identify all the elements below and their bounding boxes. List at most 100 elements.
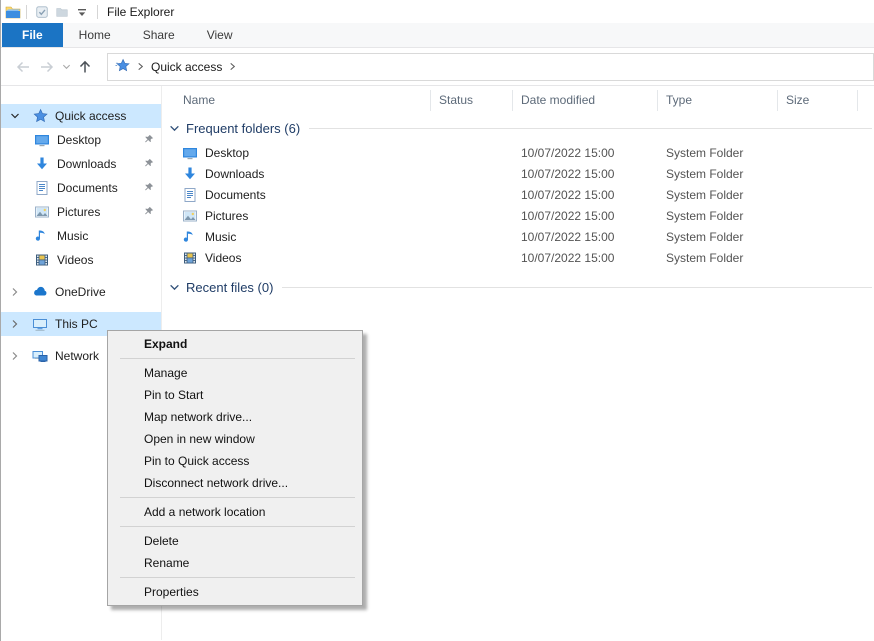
group-count: (0): [258, 280, 274, 295]
menu-item-expand[interactable]: Expand: [108, 333, 362, 355]
menu-separator: [120, 497, 355, 498]
menu-item-pin-to-quick-access[interactable]: Pin to Quick access: [108, 450, 362, 472]
tab-home[interactable]: Home: [63, 23, 127, 47]
sidebar-item-label: This PC: [55, 317, 98, 331]
tab-share[interactable]: Share: [127, 23, 191, 47]
file-type: System Folder: [658, 188, 778, 202]
chevron-down-icon[interactable]: [169, 123, 180, 134]
downloads-icon: [34, 156, 50, 172]
network-icon: [32, 348, 48, 364]
separator: [97, 5, 98, 19]
chevron-right-icon[interactable]: [10, 319, 22, 329]
file-type: System Folder: [658, 230, 778, 244]
breadcrumb-chevron-icon[interactable]: [137, 62, 144, 71]
back-arrow-icon[interactable]: [11, 55, 35, 79]
chevron-right-icon[interactable]: [10, 351, 22, 361]
table-row-videos[interactable]: Videos 10/07/2022 15:00 System Folder: [162, 247, 874, 268]
downloads-icon: [182, 166, 198, 182]
table-row-pictures[interactable]: Pictures 10/07/2022 15:00 System Folder: [162, 205, 874, 226]
music-icon: [182, 229, 198, 245]
menu-item-properties[interactable]: Properties: [108, 581, 362, 603]
menu-item-disconnect-network-drive[interactable]: Disconnect network drive...: [108, 472, 362, 494]
sidebar-item-onedrive[interactable]: OneDrive: [1, 280, 161, 304]
customize-quick-access-dropdown-icon[interactable]: [72, 3, 92, 21]
tab-view[interactable]: View: [191, 23, 249, 47]
menu-item-pin-to-start[interactable]: Pin to Start: [108, 384, 362, 406]
column-header-name[interactable]: Name: [162, 90, 431, 111]
menu-separator: [120, 358, 355, 359]
chevron-down-icon[interactable]: [169, 282, 180, 293]
table-row-desktop[interactable]: Desktop 10/07/2022 15:00 System Folder: [162, 142, 874, 163]
file-name: Desktop: [205, 146, 249, 160]
menu-item-rename[interactable]: Rename: [108, 552, 362, 574]
properties-check-icon[interactable]: [32, 3, 52, 21]
menu-item-delete[interactable]: Delete: [108, 530, 362, 552]
breadcrumb-item-quick-access[interactable]: Quick access: [151, 60, 222, 74]
sidebar-item-quick-access[interactable]: Quick access: [1, 104, 161, 128]
videos-icon: [182, 250, 198, 266]
menu-item-map-network-drive[interactable]: Map network drive...: [108, 406, 362, 428]
menu-item-open-in-new-window[interactable]: Open in new window: [108, 428, 362, 450]
desktop-icon: [182, 145, 198, 161]
file-name: Music: [205, 230, 236, 244]
file-date-modified: 10/07/2022 15:00: [513, 251, 658, 265]
column-header-size[interactable]: Size: [778, 90, 858, 111]
sidebar-item-label: OneDrive: [55, 285, 106, 299]
file-type: System Folder: [658, 251, 778, 265]
table-row-music[interactable]: Music 10/07/2022 15:00 System Folder: [162, 226, 874, 247]
sidebar-item-label: Pictures: [57, 205, 100, 219]
music-icon: [34, 228, 50, 244]
sidebar-item-label: Videos: [57, 253, 93, 267]
sidebar-item-documents[interactable]: Documents: [1, 176, 161, 200]
column-header-type[interactable]: Type: [658, 90, 778, 111]
table-row-downloads[interactable]: Downloads 10/07/2022 15:00 System Folder: [162, 163, 874, 184]
file-explorer-window: File Explorer File Home Share View Quic: [0, 0, 874, 641]
group-count: (6): [284, 121, 300, 136]
file-type: System Folder: [658, 146, 778, 160]
title-bar: File Explorer: [1, 0, 874, 23]
group-label: Recent files: [186, 280, 254, 295]
window-title: File Explorer: [107, 5, 174, 19]
sidebar-item-label: Quick access: [55, 109, 126, 123]
recent-locations-chevron-icon[interactable]: [59, 55, 73, 79]
pin-icon: [143, 158, 154, 172]
quick-access-star-icon: [32, 108, 48, 124]
sidebar-item-desktop[interactable]: Desktop: [1, 128, 161, 152]
group-divider-line: [282, 287, 872, 288]
file-type: System Folder: [658, 167, 778, 181]
new-folder-icon[interactable]: [52, 3, 72, 21]
column-header-date-modified[interactable]: Date modified: [513, 90, 658, 111]
sidebar-item-label: Music: [57, 229, 88, 243]
onedrive-cloud-icon: [32, 284, 48, 300]
column-header-status[interactable]: Status: [431, 90, 513, 111]
pictures-icon: [182, 208, 198, 224]
breadcrumb-chevron-icon[interactable]: [229, 62, 236, 71]
ribbon-tab-bar: File Home Share View: [1, 23, 874, 47]
tab-file[interactable]: File: [2, 23, 63, 47]
menu-separator: [120, 526, 355, 527]
sidebar-item-videos[interactable]: Videos: [1, 248, 161, 272]
group-header-frequent-folders[interactable]: Frequent folders (6): [162, 115, 874, 142]
explorer-folder-icon: [5, 4, 21, 20]
sidebar-item-pictures[interactable]: Pictures: [1, 200, 161, 224]
documents-icon: [34, 180, 50, 196]
sidebar-item-downloads[interactable]: Downloads: [1, 152, 161, 176]
pin-icon: [143, 134, 154, 148]
group-header-recent-files[interactable]: Recent files (0): [162, 274, 874, 301]
up-arrow-icon[interactable]: [73, 55, 97, 79]
menu-item-manage[interactable]: Manage: [108, 362, 362, 384]
desktop-icon: [34, 132, 50, 148]
table-row-documents[interactable]: Documents 10/07/2022 15:00 System Folder: [162, 184, 874, 205]
sidebar-item-label: Desktop: [57, 133, 101, 147]
sidebar-item-label: Downloads: [57, 157, 116, 171]
file-name: Videos: [205, 251, 241, 265]
this-pc-icon: [32, 316, 48, 332]
sidebar-item-music[interactable]: Music: [1, 224, 161, 248]
chevron-right-icon[interactable]: [10, 287, 22, 297]
file-name: Downloads: [205, 167, 264, 181]
forward-arrow-icon[interactable]: [35, 55, 59, 79]
menu-item-add-a-network-location[interactable]: Add a network location: [108, 501, 362, 523]
chevron-down-icon[interactable]: [10, 111, 22, 121]
file-date-modified: 10/07/2022 15:00: [513, 146, 658, 160]
breadcrumb[interactable]: Quick access: [107, 53, 874, 81]
